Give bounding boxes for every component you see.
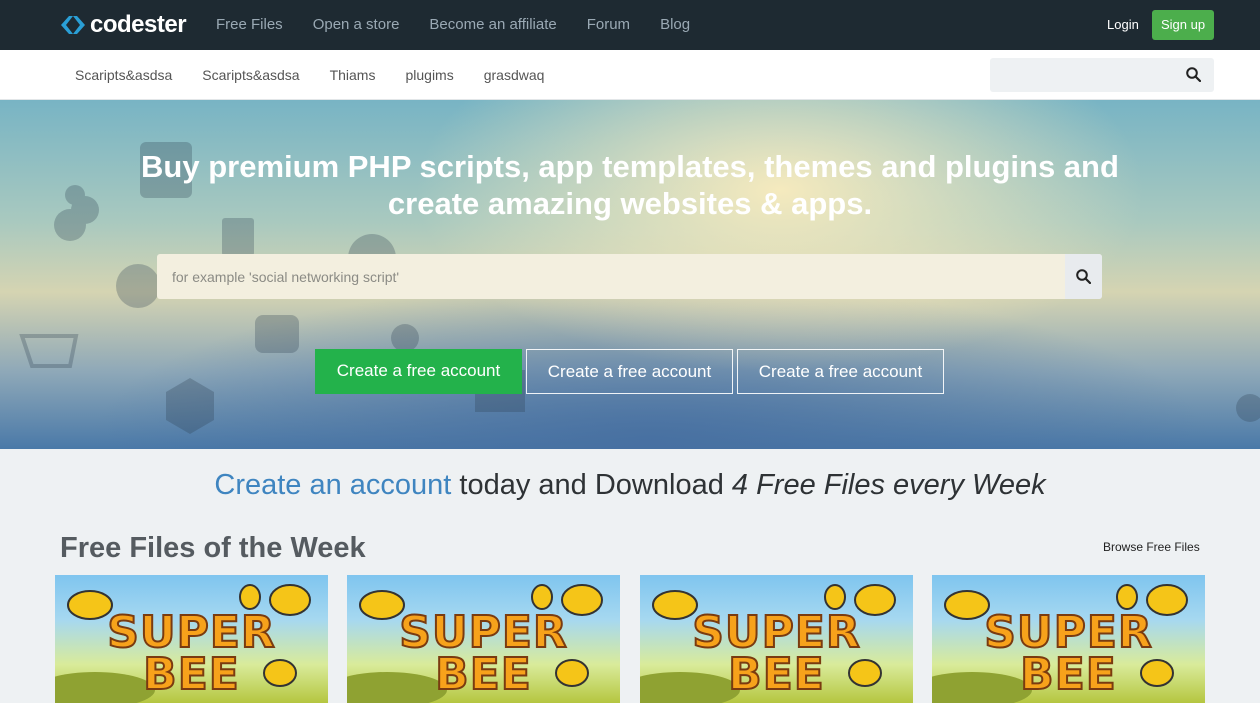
hero-title: Buy premium PHP scripts, app templates, … (141, 149, 1119, 221)
category-item-2[interactable]: Scaripts&asdsa (202, 67, 299, 83)
category-item-3[interactable]: Thiams (330, 67, 376, 83)
category-item-5[interactable]: grasdwaq (484, 67, 545, 83)
header-search-input[interactable] (990, 58, 1175, 92)
top-navbar: codester Free Files Open a store Become … (0, 0, 1260, 50)
nav-free-files[interactable]: Free Files (216, 16, 283, 34)
free-files-heading: Free Files of the Week (60, 532, 366, 564)
nav-blog[interactable]: Blog (660, 16, 690, 34)
header-search (990, 58, 1214, 92)
promo-text: today and Download (451, 469, 732, 501)
create-account-link[interactable]: Create an account (214, 469, 451, 501)
create-account-button-tertiary[interactable]: Create a free account (737, 349, 944, 394)
create-account-button-secondary[interactable]: Create a free account (526, 349, 733, 394)
login-link[interactable]: Login (1107, 17, 1139, 32)
free-file-card[interactable]: SUPER BEE (932, 575, 1205, 703)
codester-logo[interactable]: codester (60, 11, 187, 38)
card-title-line2: BEE (727, 649, 825, 700)
promo-banner: Create an account today and Download 4 F… (0, 467, 1260, 503)
hero-banner: Buy premium PHP scripts, app templates, … (0, 100, 1260, 449)
nav-affiliate[interactable]: Become an affiliate (429, 16, 556, 34)
nav-forum[interactable]: Forum (587, 16, 630, 34)
search-icon (1076, 269, 1091, 284)
browse-free-files-link[interactable]: Browse Free Files (1103, 540, 1200, 554)
promo-emphasis: 4 Free Files every Week (731, 469, 1046, 501)
category-item-4[interactable]: plugims (405, 67, 453, 83)
logo-text: codester (90, 11, 187, 38)
category-bar: Scaripts&asdsa Scaripts&asdsa Thiams plu… (0, 50, 1260, 100)
logo-chevrons-icon (60, 13, 86, 37)
hero-search-box (157, 254, 1102, 299)
card-title-line2: BEE (1019, 649, 1117, 700)
category-nav: Scaripts&asdsa Scaripts&asdsa Thiams plu… (75, 67, 574, 83)
card-title-line2: BEE (434, 649, 532, 700)
create-account-button-primary[interactable]: Create a free account (315, 349, 522, 394)
search-icon[interactable] (1186, 67, 1202, 87)
free-file-card[interactable]: SUPER BEE (347, 575, 620, 703)
card-title-line2: BEE (142, 649, 240, 700)
hero-search-input[interactable] (157, 254, 1065, 299)
free-file-card[interactable]: SUPER BEE (55, 575, 328, 703)
hero-search-button[interactable] (1065, 254, 1102, 299)
nav-open-store[interactable]: Open a store (313, 16, 400, 34)
free-file-card[interactable]: SUPER BEE (640, 575, 913, 703)
main-nav: Free Files Open a store Become an affili… (216, 16, 720, 34)
signup-button[interactable]: Sign up (1152, 10, 1214, 40)
category-item-1[interactable]: Scaripts&asdsa (75, 67, 172, 83)
